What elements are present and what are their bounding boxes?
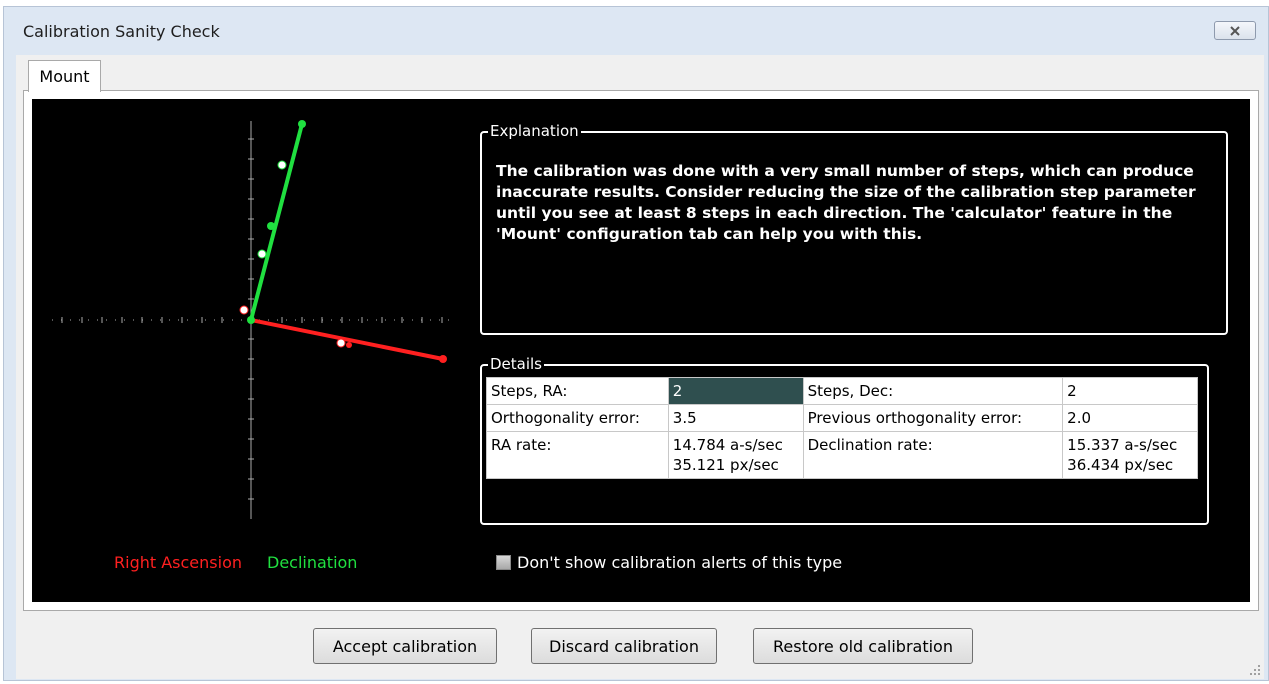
- dec-rate-value[interactable]: 15.337 a-s/sec 36.434 px/sec: [1062, 431, 1198, 479]
- dec-step-point: [257, 249, 267, 259]
- resize-grip-icon[interactable]: [1249, 664, 1261, 676]
- origin-point: [247, 316, 255, 324]
- legend-dec: Declination: [267, 553, 358, 572]
- table-row: Steps, RA: 2 Steps, Dec: 2: [486, 377, 1198, 405]
- steps-dec-label: Steps, Dec:: [802, 377, 1064, 405]
- ra-rate-label: RA rate:: [486, 431, 669, 479]
- explanation-text: The calibration was done with a very sma…: [496, 162, 1196, 243]
- calibration-dialog: Calibration Sanity Check Mount Right Asc…: [3, 6, 1269, 681]
- title-bar: Calibration Sanity Check: [4, 7, 1268, 51]
- dec-step-point: [277, 160, 287, 170]
- ra-calibration-line: [250, 318, 444, 361]
- prev-ortho-error-value[interactable]: 2.0: [1062, 404, 1198, 432]
- tab-mount[interactable]: Mount: [28, 60, 101, 92]
- dont-show-alerts-checkbox[interactable]: [496, 555, 511, 570]
- ortho-error-value[interactable]: 3.5: [667, 404, 804, 432]
- details-group: Details Steps, RA: 2 Steps, Dec: 2 Ortho…: [480, 354, 1209, 525]
- legend-ra: Right Ascension: [114, 553, 242, 572]
- ortho-error-label: Orthogonality error:: [486, 404, 669, 432]
- restore-calibration-button[interactable]: Restore old calibration: [753, 628, 973, 664]
- prev-ortho-error-label: Previous orthogonality error:: [802, 404, 1064, 432]
- ra-step-point: [336, 338, 346, 348]
- explanation-group: Explanation The calibration was done wit…: [480, 121, 1228, 335]
- ra-step-point: [346, 342, 352, 348]
- steps-ra-label: Steps, RA:: [486, 377, 669, 405]
- dont-show-alerts-label[interactable]: Don't show calibration alerts of this ty…: [517, 553, 842, 572]
- calibration-graph: [52, 120, 452, 519]
- table-row: Orthogonality error: 3.5 Previous orthog…: [486, 404, 1198, 432]
- close-icon: [1230, 25, 1240, 36]
- dialog-client: Mount Right Ascension Declination Explan…: [16, 55, 1264, 679]
- steps-ra-value[interactable]: 2: [667, 377, 804, 405]
- ra-rate-px: 35.121 px/sec: [672, 456, 779, 474]
- dec-calibration-line: [249, 123, 304, 321]
- dec-rate-label: Declination rate:: [802, 431, 1064, 479]
- tab-panel-mount: Right Ascension Declination Explanation …: [23, 90, 1259, 611]
- details-table: Steps, RA: 2 Steps, Dec: 2 Orthogonality…: [486, 377, 1198, 479]
- steps-dec-value[interactable]: 2: [1062, 377, 1198, 405]
- discard-calibration-button[interactable]: Discard calibration: [531, 628, 717, 664]
- table-row: RA rate: 14.784 a-s/sec 35.121 px/sec De…: [486, 431, 1198, 479]
- explanation-title: Explanation: [488, 121, 581, 141]
- ra-endpoint: [439, 355, 447, 363]
- accept-calibration-button[interactable]: Accept calibration: [313, 628, 497, 664]
- window-title: Calibration Sanity Check: [23, 22, 220, 41]
- dont-show-alerts-row[interactable]: Don't show calibration alerts of this ty…: [496, 553, 842, 572]
- details-title: Details: [488, 354, 545, 374]
- ra-step-point: [239, 305, 249, 315]
- ra-rate-value[interactable]: 14.784 a-s/sec 35.121 px/sec: [667, 431, 804, 479]
- dec-rate-arcsec: 15.337 a-s/sec: [1067, 436, 1178, 454]
- close-button[interactable]: [1214, 21, 1256, 40]
- ra-rate-arcsec: 14.784 a-s/sec: [672, 436, 783, 454]
- calibration-panel: Right Ascension Declination Explanation …: [32, 99, 1250, 602]
- dec-step-point: [267, 222, 275, 230]
- dec-endpoint: [298, 120, 306, 128]
- dec-rate-px: 36.434 px/sec: [1067, 456, 1174, 474]
